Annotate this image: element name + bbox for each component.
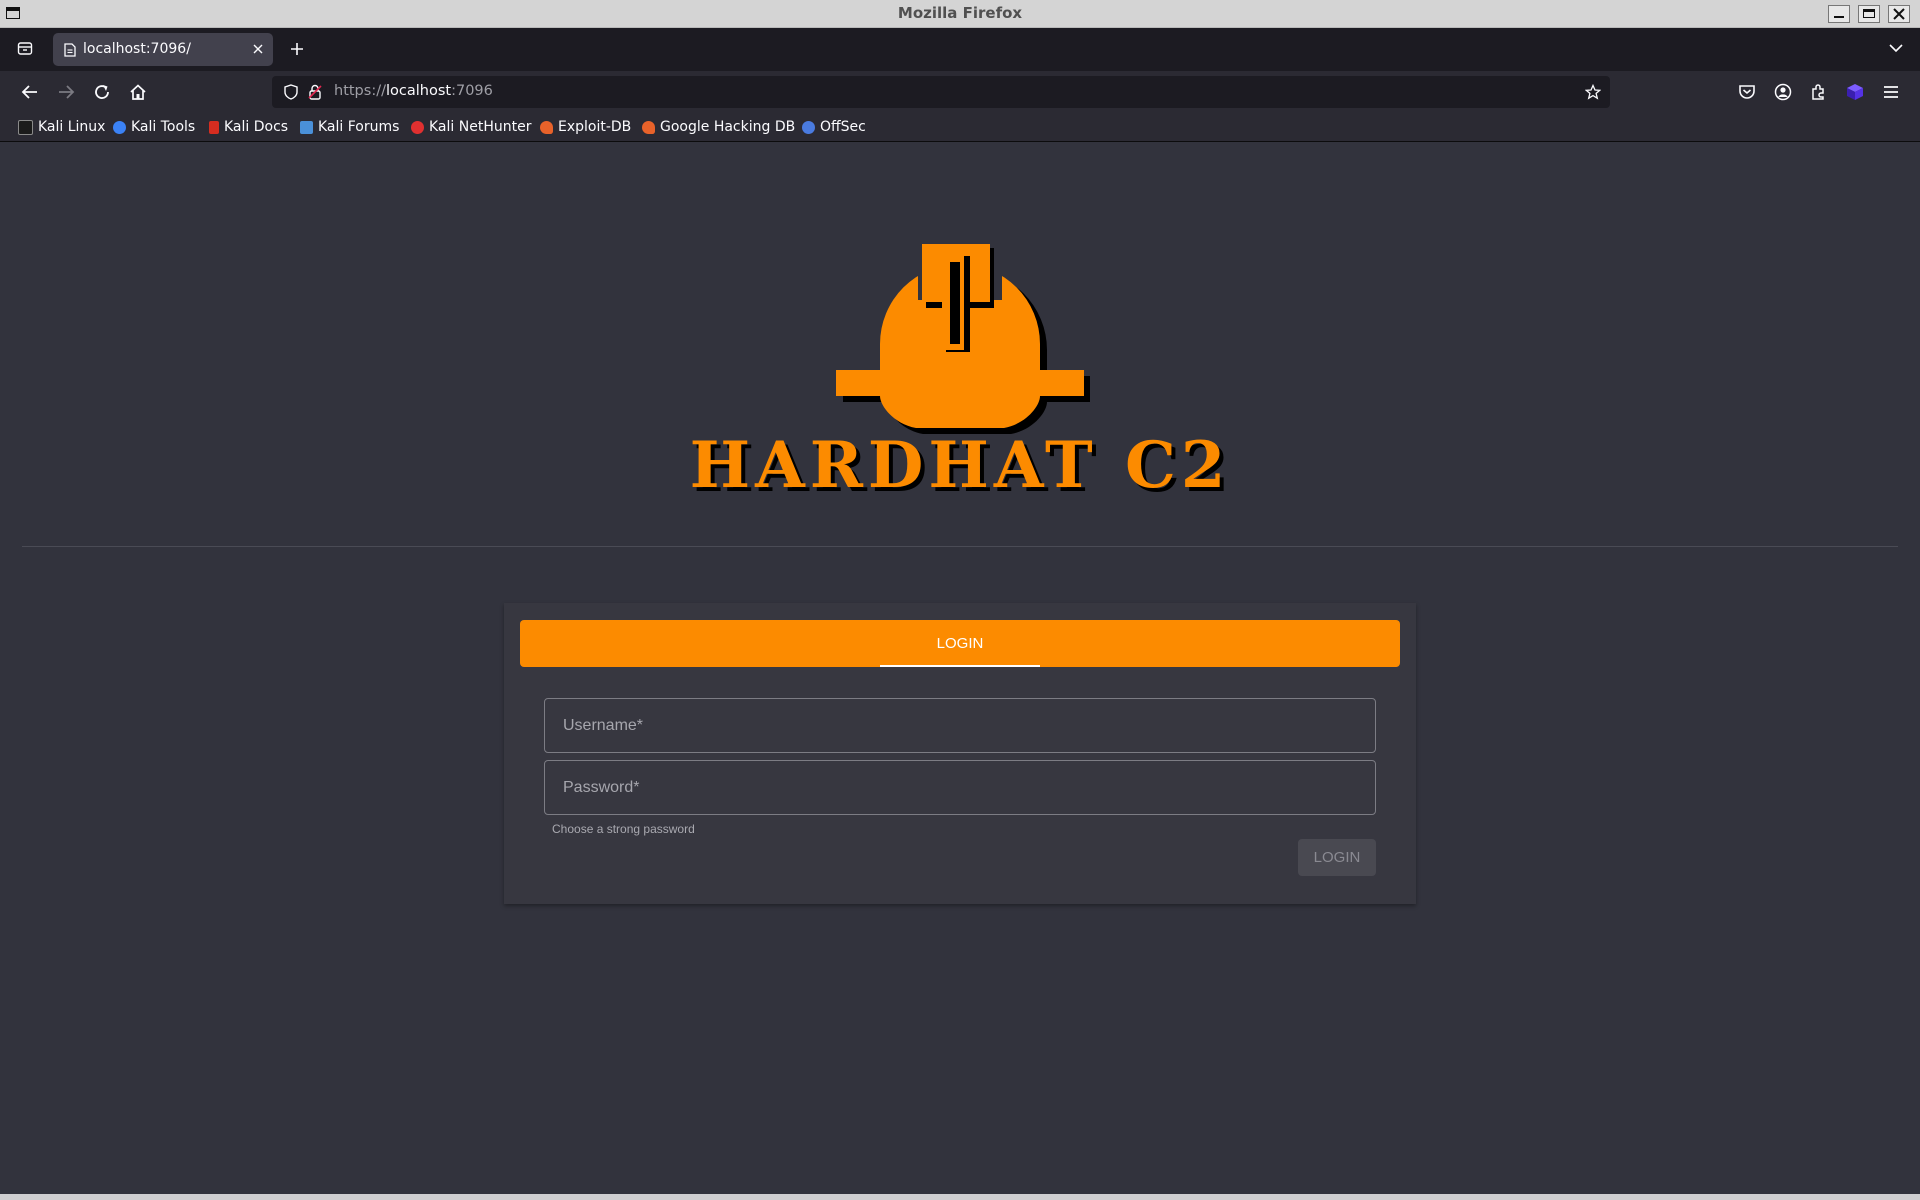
exploit-db-icon <box>540 120 553 134</box>
bookmark-kali-nethunter[interactable]: Kali NetHunter <box>411 118 531 136</box>
divider <box>22 546 1898 547</box>
password-input[interactable] <box>544 760 1376 815</box>
back-icon[interactable] <box>21 83 39 101</box>
tab-strip: localhost:7096/ <box>0 28 1920 71</box>
url-port: :7096 <box>451 83 493 99</box>
brand-title: HARDHAT C2 <box>689 428 1231 503</box>
offsec-icon <box>802 120 815 134</box>
horizontal-scrollbar[interactable] <box>0 1194 1920 1200</box>
kali-linux-icon <box>18 119 33 135</box>
firefox-view-icon[interactable] <box>17 40 33 56</box>
kali-tools-icon <box>113 120 126 134</box>
bookmark-kali-linux[interactable]: Kali Linux <box>18 118 105 136</box>
close-icon <box>1893 8 1905 20</box>
login-tabbar: LOGIN <box>520 620 1400 667</box>
url-scheme: https:// <box>334 83 386 99</box>
navigation-toolbar: https://localhost:7096 <box>0 71 1920 113</box>
bookmark-kali-forums[interactable]: Kali Forums <box>300 118 399 136</box>
forward-icon[interactable] <box>57 83 75 101</box>
new-tab-icon[interactable] <box>289 41 305 57</box>
extension-cube-icon[interactable] <box>1846 83 1864 101</box>
window-titlebar: Mozilla Firefox <box>0 0 1920 28</box>
maximize-button[interactable] <box>1858 5 1880 23</box>
bookmark-google-hacking-db[interactable]: Google Hacking DB <box>642 118 795 136</box>
active-tab-indicator <box>880 665 1040 667</box>
kali-docs-icon <box>209 120 219 134</box>
url-host: localhost <box>385 83 452 99</box>
home-icon[interactable] <box>129 83 147 101</box>
close-window-button[interactable] <box>1888 5 1910 23</box>
ghdb-icon <box>642 120 655 134</box>
password-helper-text: Choose a strong password <box>552 822 695 836</box>
list-all-tabs-icon[interactable] <box>1889 43 1903 53</box>
address-bar[interactable]: https://localhost:7096 <box>272 76 1610 108</box>
menu-icon[interactable] <box>1882 83 1900 101</box>
page-icon <box>64 43 76 57</box>
pocket-icon[interactable] <box>1738 83 1756 101</box>
tab-login[interactable]: LOGIN <box>880 620 1040 667</box>
kali-nethunter-icon <box>411 120 424 134</box>
tracking-protection-icon[interactable] <box>283 84 299 100</box>
url-text[interactable]: https://localhost:7096 <box>334 83 493 99</box>
close-tab-icon[interactable] <box>252 43 264 55</box>
minimize-button[interactable] <box>1828 5 1850 23</box>
bookmark-kali-docs[interactable]: Kali Docs <box>209 118 288 136</box>
window-title: Mozilla Firefox <box>897 4 1023 22</box>
tab-title: localhost:7096/ <box>83 41 191 57</box>
lock-icon[interactable] <box>307 84 323 100</box>
reload-icon[interactable] <box>93 83 111 101</box>
account-icon[interactable] <box>1774 83 1792 101</box>
bookmark-kali-tools[interactable]: Kali Tools <box>113 118 195 136</box>
login-card: LOGIN Choose a strong password LOGIN <box>504 603 1416 904</box>
kali-forums-icon <box>300 120 313 134</box>
bookmark-star-icon[interactable] <box>1585 84 1601 100</box>
bookmark-exploit-db[interactable]: Exploit-DB <box>540 118 631 136</box>
login-button[interactable]: LOGIN <box>1298 839 1376 876</box>
hardhat-logo-icon <box>836 244 1090 434</box>
extensions-icon[interactable] <box>1810 83 1828 101</box>
tab-localhost[interactable]: localhost:7096/ <box>53 33 273 66</box>
username-input[interactable] <box>544 698 1376 753</box>
bookmarks-toolbar: Kali Linux Kali Tools Kali Docs Kali For… <box>0 113 1920 142</box>
bookmark-offsec[interactable]: OffSec <box>802 118 866 136</box>
